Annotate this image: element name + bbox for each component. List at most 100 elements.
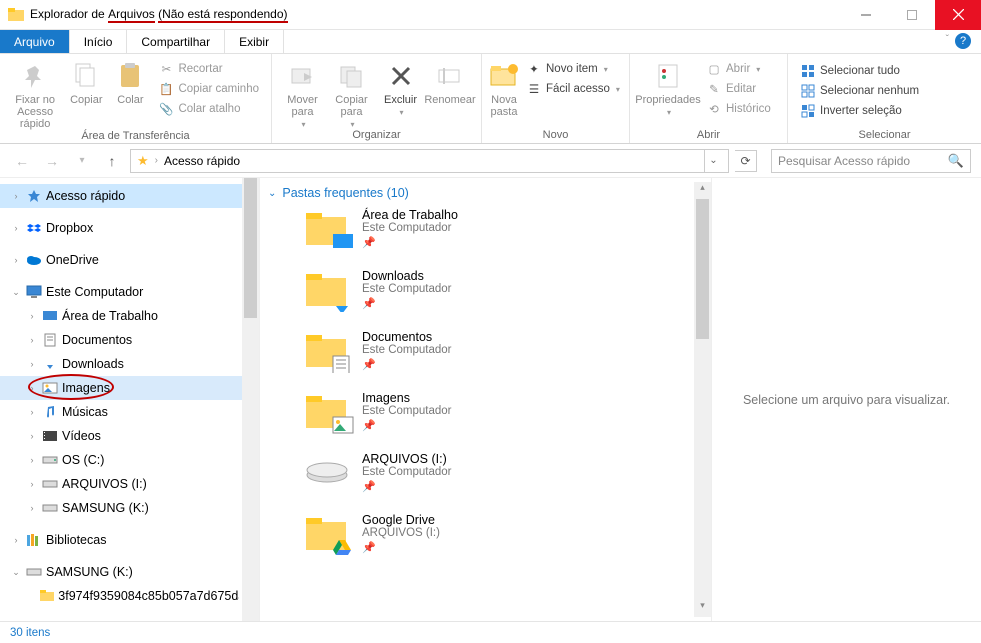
copy-to-label: Copiar para	[327, 94, 376, 118]
copy-button[interactable]: Copiar	[64, 56, 108, 106]
pin-icon: 📌	[362, 419, 452, 432]
tree-label: Bibliotecas	[46, 533, 106, 547]
tree-label: Este Computador	[46, 285, 143, 299]
tree-documents[interactable]: ›Documentos	[0, 328, 259, 352]
minimize-button[interactable]	[843, 0, 889, 30]
tab-compartilhar[interactable]: Compartilhar	[127, 30, 225, 53]
tree-this-pc[interactable]: ⌄Este Computador	[0, 280, 259, 304]
refresh-button[interactable]: ⟳	[735, 150, 757, 172]
tree-onedrive[interactable]: ›OneDrive	[0, 248, 259, 272]
folder-sub: ARQUIVOS (I:)	[362, 527, 440, 539]
address-dropdown[interactable]: ⌄	[704, 150, 722, 172]
music-icon	[42, 404, 58, 420]
recent-dropdown[interactable]: ▾	[70, 149, 94, 173]
tree-scrollbar[interactable]	[242, 178, 259, 621]
invert-selection-button[interactable]: Inverter seleção	[798, 102, 921, 120]
open-icon: ▢	[706, 61, 722, 77]
folder-downloads[interactable]: DownloadsEste Computador📌	[304, 269, 699, 310]
help-icon[interactable]: ?	[955, 33, 971, 49]
tree-long-folder[interactable]: 3f974f9359084c85b057a7d675da472f	[0, 584, 259, 608]
tree-images[interactable]: ›Imagens	[0, 376, 259, 400]
rename-label: Renomear	[424, 94, 475, 106]
invert-label: Inverter seleção	[820, 105, 902, 117]
cut-button[interactable]: ✂Recortar	[156, 60, 261, 78]
breadcrumb-location[interactable]: Acesso rápido	[164, 154, 240, 168]
new-folder-button[interactable]: Nova pasta	[488, 56, 520, 118]
status-text: 30 itens	[10, 627, 50, 639]
dropbox-icon	[26, 220, 42, 236]
delete-button[interactable]: Excluir▾	[376, 56, 425, 117]
folder-icon-documents	[304, 331, 350, 371]
tree-desktop[interactable]: ›Área de Trabalho	[0, 304, 259, 328]
select-none-button[interactable]: Selecionar nenhum	[798, 82, 921, 100]
tree-label: 3f974f9359084c85b057a7d675da472f	[58, 589, 239, 603]
tree-music[interactable]: ›Músicas	[0, 400, 259, 424]
folder-images[interactable]: ImagensEste Computador📌	[304, 391, 699, 432]
star-icon	[26, 188, 42, 204]
organize-group-label: Organizar	[272, 129, 481, 143]
search-input[interactable]: Pesquisar Acesso rápido 🔍	[771, 149, 971, 173]
new-item-button[interactable]: ✦Novo item▾	[524, 60, 622, 78]
pin-quick-access-button[interactable]: Fixar no Acesso rápido	[6, 56, 64, 130]
tree-os-c[interactable]: ›OS (C:)	[0, 448, 259, 472]
images-icon	[42, 380, 58, 396]
select-all-button[interactable]: Selecionar tudo	[798, 62, 921, 80]
open-button[interactable]: ▢Abrir▾	[704, 60, 773, 78]
scroll-down-icon[interactable]: ▾	[694, 600, 711, 617]
rename-button[interactable]: Renomear	[425, 56, 475, 106]
copy-path-button[interactable]: 📋Copiar caminho	[156, 80, 261, 98]
list-scrollbar[interactable]: ▴ ▾	[694, 182, 711, 617]
tree-quick-access[interactable]: ›Acesso rápido	[0, 184, 259, 208]
folder-sub: Este Computador	[362, 344, 452, 356]
tab-exibir[interactable]: Exibir	[225, 30, 284, 53]
tree-label: Dropbox	[46, 221, 93, 235]
pin-icon: 📌	[362, 541, 440, 554]
tree-label: OneDrive	[46, 253, 99, 267]
clipboard-group-label: Área de Transferência	[0, 130, 271, 144]
easy-access-button[interactable]: ☰Fácil acesso▾	[524, 80, 622, 98]
folder-desktop[interactable]: Área de TrabalhoEste Computador📌	[304, 208, 699, 249]
paste-button[interactable]: Colar	[108, 56, 152, 106]
copy-to-button[interactable]: Copiar para▾	[327, 56, 376, 129]
address-input[interactable]: ★ › Acesso rápido ⌄	[130, 149, 729, 173]
list-group-header[interactable]: ⌄Pastas frequentes (10)	[260, 186, 699, 200]
title-text-2: Arquivos	[108, 7, 155, 23]
tree-samsung-k2[interactable]: ⌄SAMSUNG (K:)	[0, 560, 259, 584]
edit-label: Editar	[726, 83, 756, 95]
tree-arquivos-i[interactable]: ›ARQUIVOS (I:)	[0, 472, 259, 496]
up-button[interactable]: ↑	[100, 149, 124, 173]
folder-documents[interactable]: DocumentosEste Computador📌	[304, 330, 699, 371]
folder-name: Downloads	[362, 269, 452, 283]
rename-icon	[434, 60, 466, 92]
tree-samsung-k[interactable]: ›SAMSUNG (K:)	[0, 496, 259, 520]
tree-libraries[interactable]: ›Bibliotecas	[0, 528, 259, 552]
folder-arquivos-drive[interactable]: ARQUIVOS (I:)Este Computador📌	[304, 452, 699, 493]
tree-label: Vídeos	[62, 429, 101, 443]
scroll-up-icon[interactable]: ▴	[694, 182, 711, 199]
file-list: ⌄Pastas frequentes (10) Área de Trabalho…	[260, 178, 711, 621]
history-button[interactable]: ⟲Histórico	[704, 100, 773, 118]
paste-label: Colar	[117, 94, 143, 106]
ribbon-collapse-icon[interactable]: ˇ	[946, 34, 949, 45]
tree-downloads[interactable]: ›Downloads	[0, 352, 259, 376]
back-button[interactable]: ←	[10, 149, 34, 173]
tree-dropbox[interactable]: ›Dropbox	[0, 216, 259, 240]
folder-gdrive[interactable]: Google DriveARQUIVOS (I:)📌	[304, 513, 699, 554]
paste-shortcut-button[interactable]: 📎Colar atalho	[156, 100, 261, 118]
new-item-label: Novo item	[546, 63, 598, 75]
properties-button[interactable]: Propriedades▾	[636, 56, 700, 117]
tree-videos[interactable]: ›Vídeos	[0, 424, 259, 448]
pin-icon: 📌	[362, 480, 452, 493]
preview-text: Selecione um arquivo para visualizar.	[743, 393, 950, 407]
videos-icon	[42, 428, 58, 444]
move-to-button[interactable]: Mover para▾	[278, 56, 327, 129]
maximize-button[interactable]	[889, 0, 935, 30]
tab-arquivo[interactable]: Arquivo	[0, 30, 70, 53]
tab-inicio[interactable]: Início	[70, 30, 128, 53]
forward-button[interactable]: →	[40, 149, 64, 173]
window-title: Explorador de Arquivos (Não está respond…	[30, 7, 843, 23]
close-button[interactable]	[935, 0, 981, 30]
folder-icon-downloads	[304, 270, 350, 310]
folder-icon-gdrive	[304, 514, 350, 554]
edit-button[interactable]: ✎Editar	[704, 80, 773, 98]
